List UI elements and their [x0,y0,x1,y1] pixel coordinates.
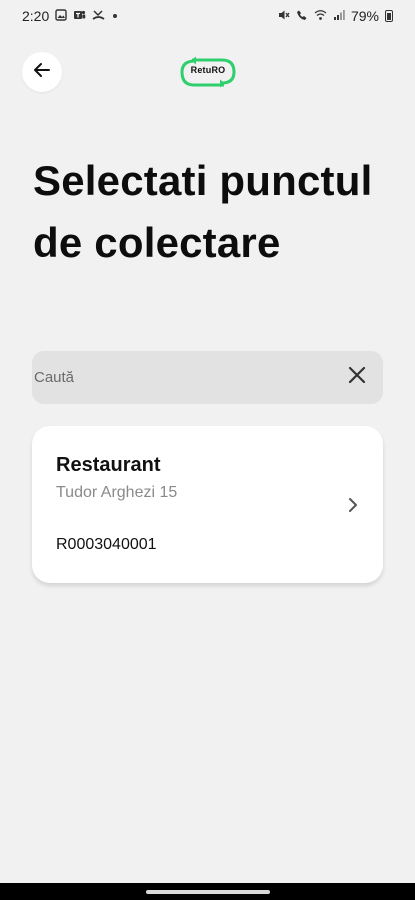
header: RetuRO [0,52,415,92]
gallery-icon [55,9,67,23]
collection-point-card[interactable]: Restaurant Tudor Arghezi 15 R0003040001 [32,426,383,583]
arrow-left-icon [33,62,51,83]
status-left: 2:20 [22,8,118,24]
chevron-right-icon [345,496,361,514]
page-title: Selectati punctul de colectare [33,157,373,266]
collection-point-code: R0003040001 [56,536,157,553]
status-right: 79% [278,8,393,24]
close-icon [348,366,366,389]
logo-text: RetuRO [190,65,226,75]
status-bar: 2:20 79% [0,0,415,32]
teams-icon [73,9,86,23]
battery-percent: 79% [350,8,379,24]
collection-point-address: Tudor Arghezi 15 [56,484,178,501]
status-time: 2:20 [22,8,50,24]
search-box [32,351,383,404]
battery-icon [385,10,393,22]
missed-call-icon [92,9,105,23]
collection-point-name: Restaurant [56,454,161,476]
search-input[interactable] [34,369,345,386]
home-indicator[interactable] [146,890,270,894]
wifi-call-icon [296,9,308,23]
clear-search-button[interactable] [345,366,369,390]
returo-logo: RetuRO [178,56,238,88]
wifi-icon [314,9,327,23]
notification-dot [113,14,118,18]
signal-icon [333,9,345,23]
back-button[interactable] [22,52,62,92]
mute-icon [278,9,290,23]
